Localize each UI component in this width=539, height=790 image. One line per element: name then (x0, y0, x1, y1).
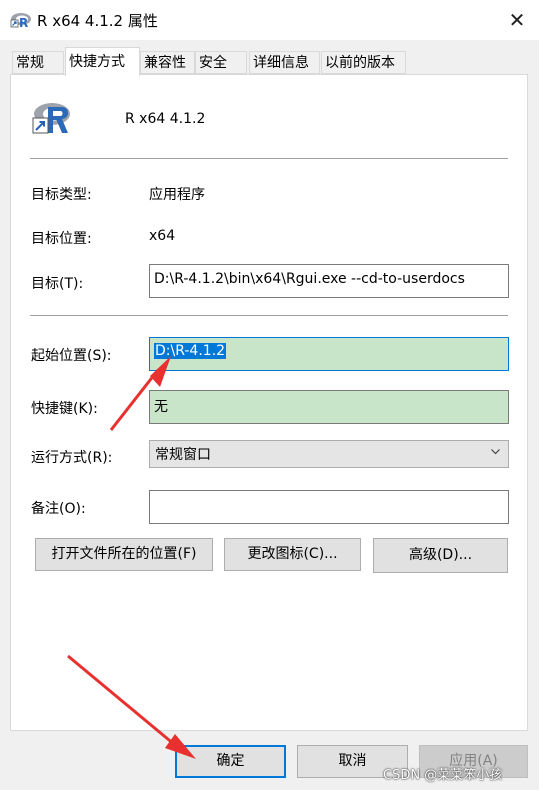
run-select[interactable]: 常规窗口 (149, 440, 509, 468)
shortcut-key-label: 快捷键(K): (31, 401, 98, 417)
tab-security[interactable]: 安全 (195, 51, 247, 74)
target-location-label: 目标位置: (31, 231, 92, 247)
svg-text:R: R (19, 16, 28, 28)
target-field[interactable]: D:\R-4.1.2\bin\x64\Rgui.exe --cd-to-user… (149, 264, 509, 298)
tab-details[interactable]: 详细信息 (249, 51, 320, 74)
watermark: CSDN @菜菜笨小孩 (383, 768, 503, 783)
ok-button[interactable]: 确定 (175, 745, 286, 778)
tab-general[interactable]: 常规 (12, 51, 64, 74)
target-type-label: 目标类型: (31, 187, 92, 203)
divider (30, 158, 508, 159)
window-title: R x64 4.1.2 属性 (37, 12, 158, 30)
start-in-value: D:\R-4.1.2 (154, 343, 227, 359)
comment-label: 备注(O): (31, 501, 86, 517)
divider (30, 315, 508, 316)
app-name: R x64 4.1.2 (125, 111, 206, 127)
run-select-value: 常规窗口 (155, 447, 211, 463)
advanced-button[interactable]: 高级(D)... (373, 538, 508, 573)
tab-previous-versions[interactable]: 以前的版本 (321, 51, 406, 74)
run-label: 运行方式(R): (31, 450, 113, 466)
tab-shortcut[interactable]: 快捷方式 (65, 47, 140, 76)
r-logo-icon: R (10, 13, 31, 28)
target-type-value: 应用程序 (149, 187, 205, 203)
open-file-location-button[interactable]: 打开文件所在的位置(F) (35, 538, 213, 571)
shortcut-key-field[interactable]: 无 (149, 390, 509, 424)
tab-compatibility[interactable]: 兼容性 (140, 51, 195, 74)
start-in-field[interactable]: D:\R-4.1.2 (149, 337, 509, 371)
change-icon-button[interactable]: 更改图标(C)... (224, 538, 361, 571)
target-location-value: x64 (149, 228, 176, 244)
chevron-down-icon (491, 449, 500, 455)
comment-field[interactable] (149, 490, 509, 524)
r-logo-icon (32, 103, 70, 134)
start-in-label: 起始位置(S): (31, 348, 112, 364)
target-label: 目标(T): (31, 276, 84, 292)
close-icon[interactable]: ✕ (503, 6, 531, 34)
